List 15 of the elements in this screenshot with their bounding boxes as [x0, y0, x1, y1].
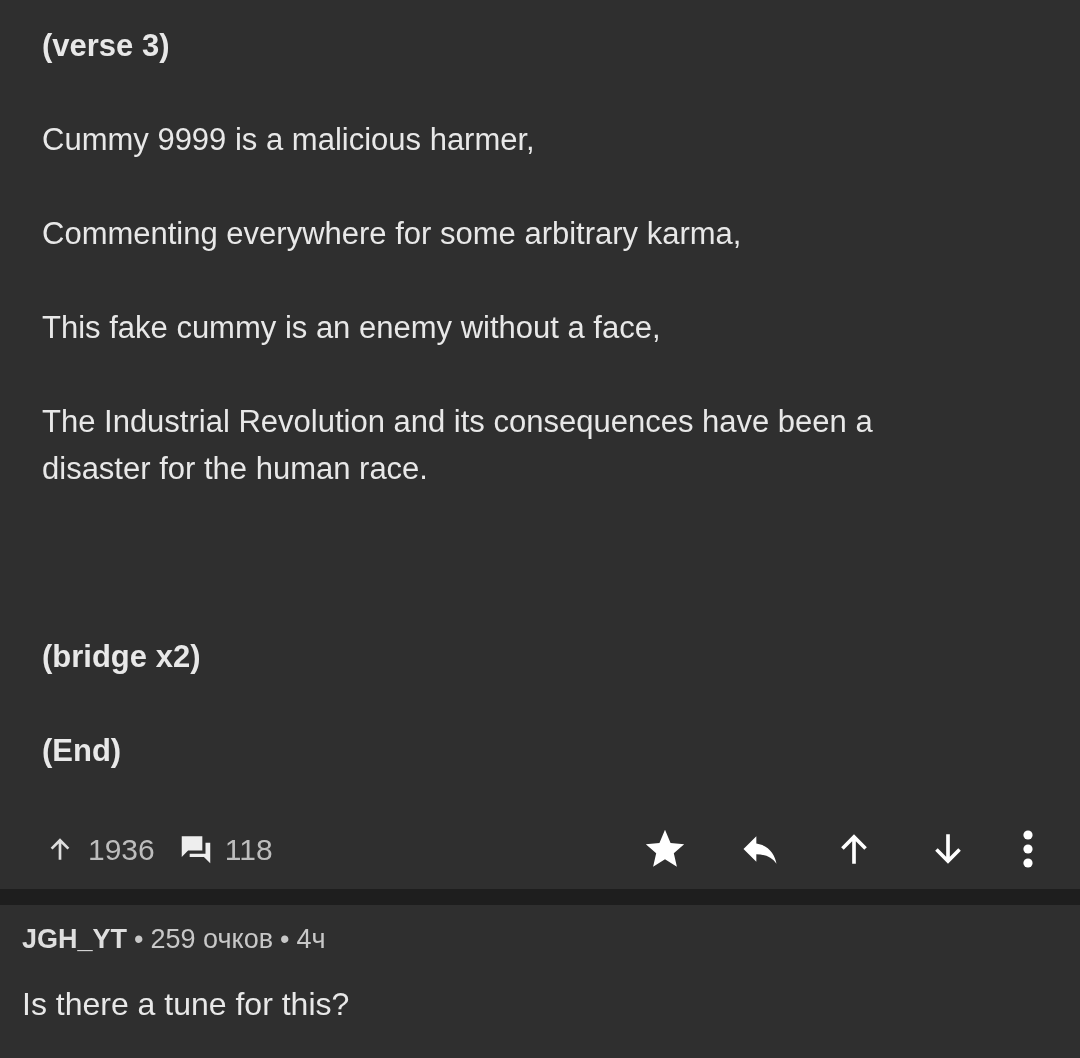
comment-points: 259 очков — [150, 923, 273, 956]
comment-author[interactable]: JGH_YT — [22, 919, 128, 960]
section-heading: (verse 3) — [42, 27, 171, 65]
score-count: 1936 — [88, 831, 155, 868]
lyric-line: Commenting everywhere for some arbitrary karma, — [42, 215, 743, 253]
comment-text: Is there a tune for this? — [22, 984, 351, 1024]
comment-age: 4ч — [296, 923, 326, 956]
meta-separator: • — [134, 923, 144, 956]
lyric-line: Cummy 9999 is a malicious harmer, — [42, 121, 536, 159]
section-heading: (bridge x2) — [42, 638, 202, 676]
comment-count: 118 — [224, 831, 273, 868]
lyric-line: The Industrial Revolution and its consequences have been a disaster for the human race. — [42, 403, 874, 488]
section-heading: (End) — [42, 732, 123, 770]
lyric-line: This fake cummy is an enemy without a face, — [42, 309, 662, 347]
meta-separator: • — [280, 923, 290, 956]
